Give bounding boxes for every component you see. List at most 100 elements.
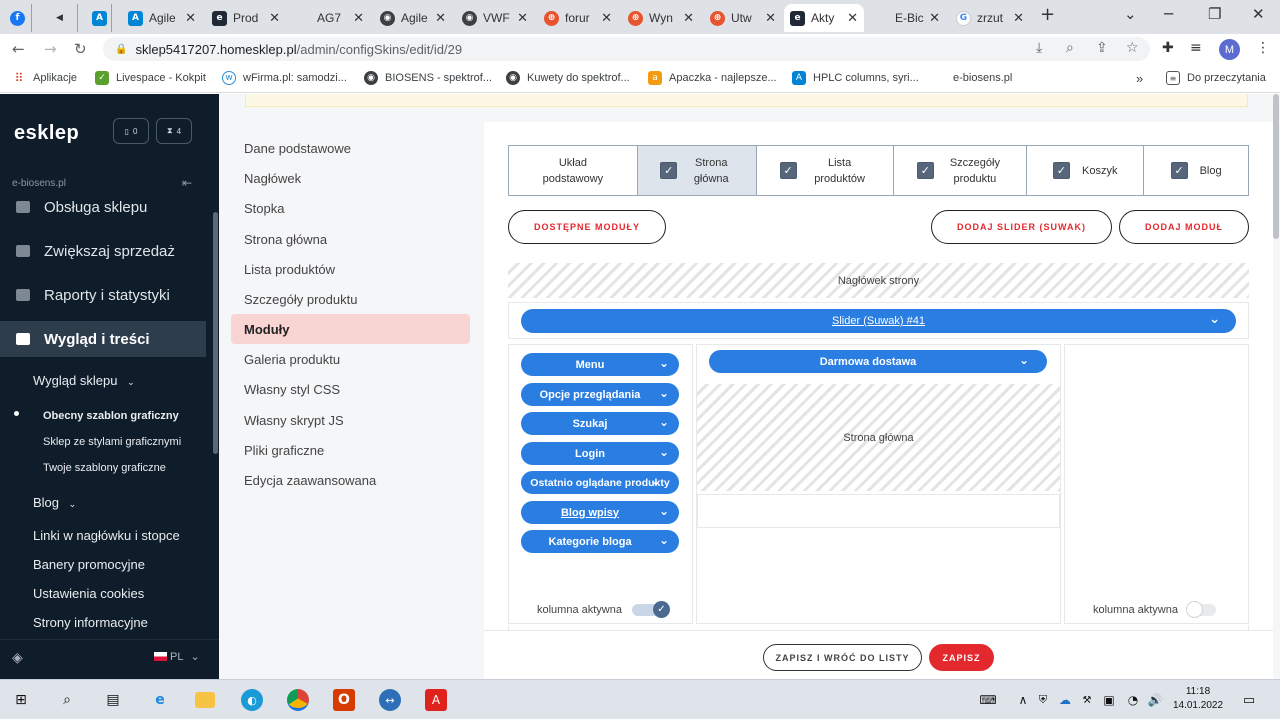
sidebar-scrollbar[interactable] (213, 212, 218, 454)
browser-tab[interactable]: ⊕ forur ✕ (538, 4, 618, 32)
sidebar-item-obsluga[interactable]: Obsługa sklepu (0, 189, 206, 225)
checkbox-icon[interactable]: ✓ (1170, 162, 1188, 179)
onedrive-icon[interactable]: ☁ (1054, 689, 1076, 711)
menu-kebab-icon[interactable]: ⋮ (1256, 40, 1270, 56)
page-scrollbar[interactable] (1273, 94, 1279, 239)
main-page-zone[interactable]: Strona główna (697, 384, 1060, 491)
close-tab-icon[interactable]: ✕ (683, 11, 694, 26)
config-menu-moduly[interactable]: Moduły (231, 314, 470, 344)
checkbox-icon[interactable]: ✓ (779, 162, 797, 179)
forward-icon[interactable]: → (44, 40, 57, 58)
close-tab-icon[interactable]: ✕ (847, 11, 858, 26)
close-tab-icon[interactable]: ✕ (353, 11, 364, 26)
close-tab-icon[interactable]: ✕ (1013, 11, 1024, 26)
file-explorer-icon[interactable] (195, 692, 215, 708)
toggle-switch[interactable] (1186, 601, 1216, 618)
back-icon[interactable]: ← (12, 40, 25, 58)
sidebar-sub-banners[interactable]: Banery promocyjne (33, 557, 145, 572)
header-zone[interactable]: Nagłówek strony (508, 263, 1249, 298)
bookmark-item[interactable]: A HPLC columns, syri... (792, 71, 919, 85)
share-icon[interactable]: ⇪ (1096, 40, 1108, 56)
new-tab-button[interactable]: + (1040, 4, 1055, 25)
browser-tab[interactable]: ◉ Agile ✕ (374, 4, 452, 32)
close-tab-icon[interactable]: ✕ (517, 11, 528, 26)
sidebar-sub-wyglad-sklepu[interactable]: Wygląd sklepu ⌄ (33, 373, 135, 388)
close-tab-icon[interactable]: ✕ (435, 11, 446, 26)
config-menu-dane[interactable]: Dane podstawowe (231, 133, 470, 163)
config-menu-lista[interactable]: Lista produktów (231, 254, 470, 284)
language-switch[interactable]: PL ⌄ (154, 650, 200, 663)
browser-tab[interactable]: AG7 ✕ (290, 4, 370, 32)
close-tab-icon[interactable]: ✕ (601, 11, 612, 26)
close-tab-icon[interactable]: ✕ (929, 11, 940, 26)
task-view-icon[interactable]: ▤ (102, 689, 124, 711)
tab-blog[interactable]: ✓ Blog (1144, 146, 1248, 195)
notifications-icon[interactable]: ▭ (1238, 689, 1260, 711)
collapse-sidebar-icon[interactable]: ⇤ (182, 176, 192, 190)
left-column-toggle[interactable]: kolumna aktywna ✓ (537, 601, 670, 618)
config-menu-js[interactable]: Własny skrypt JS (231, 405, 470, 435)
wifi-icon[interactable]: ◔ (1122, 689, 1144, 711)
browser-tab[interactable]: ⊕ Utw ✕ (704, 4, 782, 32)
browser-tab-active[interactable]: e Akty ✕ (784, 4, 864, 32)
tab-lista-produktow[interactable]: ✓ Lista produktów (757, 146, 895, 195)
browser-tab[interactable]: ⊕ Wyn ✕ (622, 4, 700, 32)
toggle-switch[interactable]: ✓ (632, 601, 670, 618)
bookmark-item[interactable]: e-biosens.pl (932, 71, 1012, 85)
module-kategorie-bloga[interactable]: Kategorie bloga ⌄ (521, 530, 679, 553)
config-menu-stopka[interactable]: Stopka (231, 193, 470, 223)
timer-badge[interactable]: ⧗ 4 (156, 118, 192, 144)
sidebar-sub-links[interactable]: Linki w nagłówku i stopce (33, 528, 180, 543)
sidebar-sub-info-pages[interactable]: Strony informacyjne (33, 615, 148, 630)
center-drop-zone[interactable] (697, 494, 1060, 528)
config-menu-strona-glowna[interactable]: Strona główna (231, 224, 470, 254)
checkbox-icon[interactable]: ✓ (1053, 162, 1070, 179)
display-icon[interactable]: ▣ (1098, 689, 1120, 711)
slider-module[interactable]: Slider (Suwak) #41 ⌄ (521, 309, 1236, 333)
esklep-logo[interactable]: esklep (14, 122, 79, 145)
office-icon[interactable]: O (333, 689, 355, 711)
tab-szczegoly-produktu[interactable]: ✓ Szczegóły produktu (894, 146, 1028, 195)
chevron-down-icon[interactable]: ⌄ (1209, 312, 1220, 327)
chevron-down-icon[interactable]: ⌄ (659, 356, 669, 370)
config-menu-naglowek[interactable]: Nagłówek (231, 163, 470, 193)
sidebar-item-wyglad[interactable]: Wygląd i treści (0, 321, 206, 357)
bookmark-item[interactable]: a Apaczka - najlepsze... (648, 71, 777, 85)
taskbar-clock[interactable]: 11:18 14.01.2022 (1172, 685, 1224, 713)
bookmark-item[interactable]: ✓ Livespace - Kokpit (95, 71, 206, 85)
module-opcje-przegladania[interactable]: Opcje przeglądania ⌄ (521, 383, 679, 406)
chevron-down-icon[interactable]: ⌄ (659, 386, 669, 400)
url-bar[interactable]: 🔒 sklep5417207.homesklep.pl/admin/config… (103, 37, 1150, 61)
browser-tab[interactable]: E-Bic ✕ (868, 4, 946, 32)
edge-icon[interactable]: ◐ (241, 689, 263, 711)
right-column-toggle[interactable]: kolumna aktywna (1093, 601, 1216, 618)
keyboard-icon[interactable]: ⌨ (977, 689, 999, 711)
sidebar-item-raporty[interactable]: Raporty i statystyki (0, 277, 206, 313)
teamviewer-icon[interactable]: ↔ (379, 689, 401, 711)
edge-legacy-icon[interactable]: e (149, 689, 171, 711)
security-icon[interactable]: ⛨ (1032, 689, 1054, 711)
chevron-down-icon[interactable]: ⌄ (659, 504, 669, 518)
bookmark-item[interactable]: w wFirma.pl: samodzi... (222, 71, 347, 85)
minimize-icon[interactable]: ─ (1164, 5, 1173, 23)
close-window-icon[interactable]: ✕ (1252, 5, 1265, 23)
close-tab-icon[interactable]: ✕ (269, 11, 280, 26)
browser-tab[interactable]: G zrzut ✕ (950, 4, 1030, 32)
close-tab-icon[interactable]: ✕ (185, 11, 196, 26)
chevron-down-icon[interactable]: ⌄ (659, 415, 669, 429)
module-login[interactable]: Login ⌄ (521, 442, 679, 465)
close-tab-icon[interactable]: ✕ (765, 11, 776, 26)
tab-search-icon[interactable]: ⌄ (1124, 5, 1137, 23)
reading-list-button[interactable]: ≡ Do przeczytania (1166, 71, 1266, 85)
config-menu-css[interactable]: Własny styl CSS (231, 374, 470, 404)
language-bar-icon[interactable]: ⚒ (1076, 689, 1098, 711)
config-menu-pliki[interactable]: Pliki graficzne (231, 435, 470, 465)
orders-badge[interactable]: ▯ 0 (113, 118, 149, 144)
add-slider-button[interactable]: DODAJ SLIDER (SUWAK) (931, 210, 1112, 244)
profile-avatar[interactable]: M (1219, 39, 1240, 60)
sidebar-item-sprzedaz[interactable]: Zwiększaj sprzedaż (0, 233, 206, 269)
save-button[interactable]: ZAPISZ (929, 644, 994, 671)
checkbox-icon[interactable]: ✓ (916, 162, 934, 179)
install-icon[interactable]: ⤓ (1036, 40, 1042, 56)
acrobat-icon[interactable]: A (425, 689, 447, 711)
